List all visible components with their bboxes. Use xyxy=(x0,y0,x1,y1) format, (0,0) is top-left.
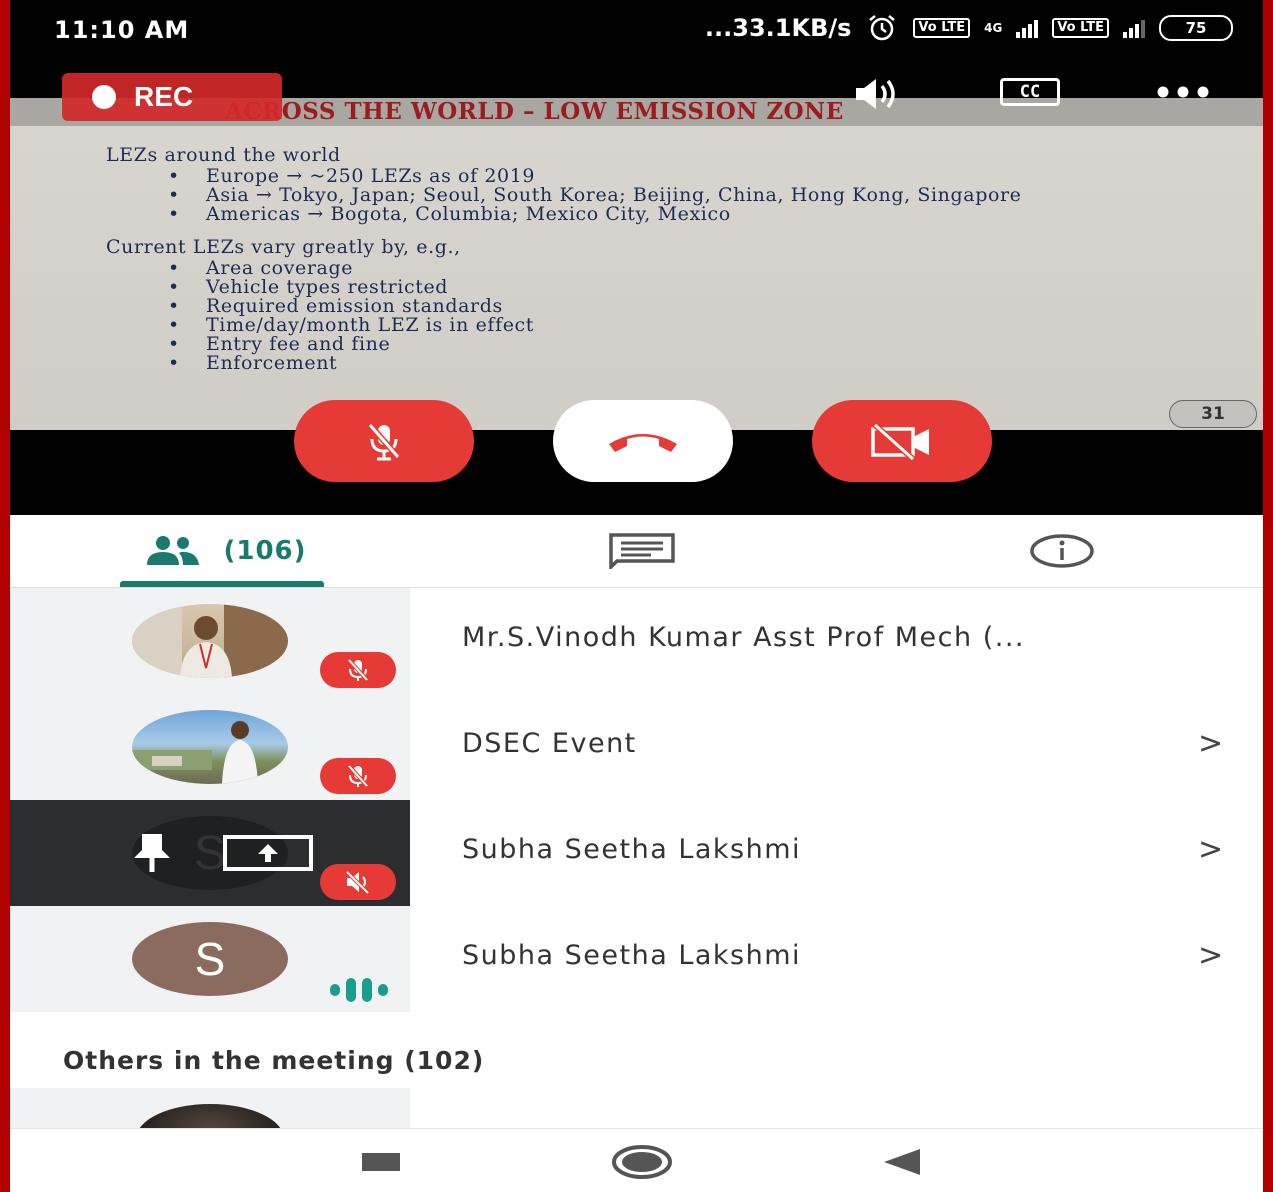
participant-row[interactable]: S Subha Seetha Lakshmi > xyxy=(10,800,1263,906)
people-icon xyxy=(147,536,200,565)
alarm-icon xyxy=(869,15,896,41)
present-icon xyxy=(223,835,313,871)
participant-name: Subha Seetha Lakshmi xyxy=(462,834,802,865)
mute-mic-button[interactable] xyxy=(294,400,474,482)
slide-page-number: 31 xyxy=(1169,400,1257,428)
slide-section-1: LEZs around the world Europe → ~250 LEZs… xyxy=(106,144,1096,225)
others-section-header: Others in the meeting (102) xyxy=(63,1046,485,1075)
info-icon xyxy=(1030,534,1094,568)
signal-2-icon xyxy=(1123,18,1145,38)
participant-name: Mr.S.Vinodh Kumar Asst Prof Mech (... xyxy=(462,622,1025,653)
slide-heading-1: LEZs around the world xyxy=(106,144,341,166)
muted-badge xyxy=(320,652,396,688)
slide-bullet: Americas → Bogota, Columbia; Mexico City… xyxy=(106,205,1096,225)
signal-1-icon xyxy=(1016,18,1039,38)
participant-row[interactable]: DSEC Event > xyxy=(10,694,1263,800)
phone-screen: 11:10 AM ...33.1KB/s Vo LTE 4G Vo LTE 75… xyxy=(10,0,1263,1192)
net-type: 4G xyxy=(984,21,1003,35)
avatar-photo xyxy=(132,604,288,678)
muted-badge xyxy=(320,758,396,794)
muted-badge xyxy=(320,864,396,900)
record-dot-icon xyxy=(92,85,116,109)
battery-indicator: 75 xyxy=(1159,15,1233,41)
avatar: S xyxy=(132,922,288,996)
avatar xyxy=(136,1104,284,1128)
chevron-right-icon[interactable]: > xyxy=(1198,832,1223,867)
tab-info[interactable] xyxy=(1000,515,1124,587)
camera-off-button[interactable] xyxy=(812,400,992,482)
more-icon[interactable] xyxy=(1155,84,1211,100)
mic-off-icon xyxy=(347,658,369,682)
speaking-indicator-icon xyxy=(330,978,388,1002)
participant-name: DSEC Event xyxy=(462,728,637,759)
camera-off-icon xyxy=(871,422,929,461)
chevron-right-icon[interactable]: > xyxy=(1198,938,1223,973)
mic-off-icon xyxy=(367,423,401,461)
rec-label: REC xyxy=(134,81,194,112)
hang-up-button[interactable] xyxy=(553,400,733,482)
mic-off-icon xyxy=(347,764,369,788)
captions-button[interactable]: CC xyxy=(1000,78,1060,106)
status-icons: ...33.1KB/s Vo LTE 4G Vo LTE 75 xyxy=(705,14,1233,42)
slide-bullet: Enforcement xyxy=(106,354,1096,374)
participant-list[interactable]: Mr.S.Vinodh Kumar Asst Prof Mech (... DS… xyxy=(10,588,1263,1128)
tab-participants[interactable]: (106) xyxy=(120,515,324,587)
status-bar: 11:10 AM ...33.1KB/s Vo LTE 4G Vo LTE 75 xyxy=(10,0,1263,60)
captions-label: CC xyxy=(1019,82,1041,102)
volte-badge-1: Vo LTE xyxy=(913,18,971,38)
participant-tile xyxy=(10,588,410,694)
active-tab-indicator xyxy=(120,581,324,587)
participant-row[interactable]: S Subha Seetha Lakshmi > xyxy=(10,906,1263,1012)
speaker-off-icon xyxy=(345,870,370,895)
participant-row[interactable]: Mr.S.Vinodh Kumar Asst Prof Mech (... xyxy=(10,588,1263,694)
network-speed: ...33.1KB/s xyxy=(704,14,852,42)
avatar-photo xyxy=(132,721,258,784)
hang-up-icon xyxy=(609,434,677,452)
volte-badge-2: Vo LTE xyxy=(1052,18,1109,38)
participant-name: Subha Seetha Lakshmi xyxy=(462,940,802,971)
tab-chat[interactable] xyxy=(580,515,704,587)
chat-icon xyxy=(609,533,675,569)
chevron-right-icon[interactable]: > xyxy=(1198,726,1223,761)
back-button[interactable] xyxy=(882,1147,922,1177)
speaker-icon[interactable] xyxy=(850,76,906,112)
android-nav-bar xyxy=(10,1128,1263,1192)
meeting-tabs: (106) xyxy=(10,515,1263,588)
participant-tile-partial[interactable] xyxy=(10,1088,410,1128)
recent-apps-button[interactable] xyxy=(362,1153,400,1171)
status-time: 11:10 AM xyxy=(54,16,190,44)
avatar-letter: S xyxy=(194,933,226,985)
avatar xyxy=(132,604,288,678)
video-area[interactable]: ACROSS THE WORLD – LOW EMISSION ZONE LEZ… xyxy=(10,60,1263,515)
participant-count: (106) xyxy=(223,536,307,566)
pin-icon xyxy=(134,834,170,872)
slide-body: LEZs around the world Europe → ~250 LEZs… xyxy=(106,146,1096,387)
slide-title: ACROSS THE WORLD – LOW EMISSION ZONE xyxy=(225,98,844,125)
slide-heading-2: Current LEZs vary greatly by, e.g., xyxy=(106,236,461,258)
participant-tile xyxy=(10,694,410,800)
home-button[interactable] xyxy=(610,1143,674,1181)
recording-badge: REC xyxy=(62,73,282,121)
participant-tile: S xyxy=(10,906,410,1012)
slide-section-2: Current LEZs vary greatly by, e.g., Area… xyxy=(106,236,1096,374)
avatar xyxy=(132,710,288,784)
shared-slide: ACROSS THE WORLD – LOW EMISSION ZONE LEZ… xyxy=(10,98,1263,430)
participant-tile: S xyxy=(10,800,410,906)
